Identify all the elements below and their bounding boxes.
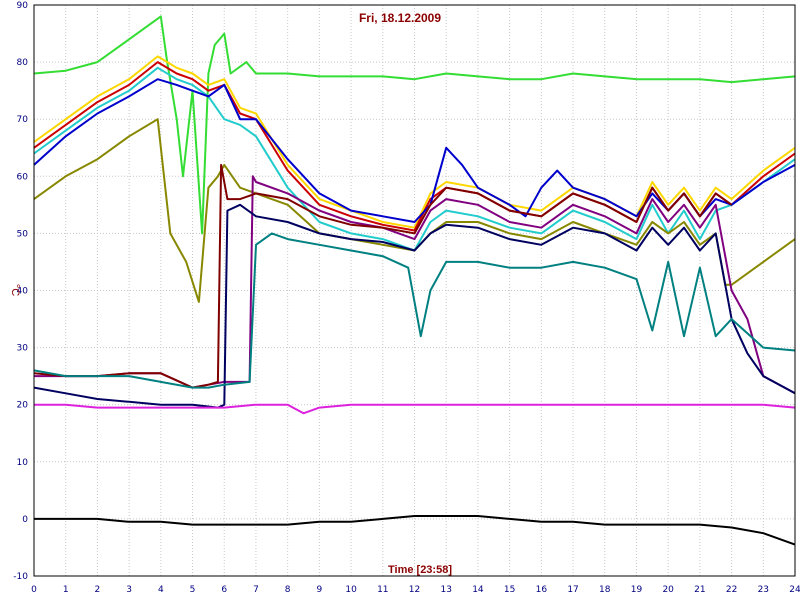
y-tick-label: 30 [17, 344, 29, 354]
x-tick-label: 1 [63, 585, 69, 595]
x-tick-label: 22 [726, 585, 737, 595]
x-axis-label: Time [23:58] [388, 564, 452, 576]
x-tick-label: 2 [95, 585, 101, 595]
y-tick-label: 10 [17, 458, 29, 468]
x-tick-label: 15 [504, 585, 515, 595]
y-tick-label: 70 [17, 115, 29, 125]
y-tick-label: -10 [13, 572, 28, 582]
x-tick-label: 12 [409, 585, 420, 595]
x-tick-label: 19 [631, 585, 643, 595]
x-tick-label: 7 [253, 585, 259, 595]
x-tick-label: 3 [126, 585, 132, 595]
x-tick-label: 21 [694, 585, 705, 595]
x-tick-label: 23 [758, 585, 769, 595]
x-tick-label: 18 [599, 585, 611, 595]
x-tick-label: 17 [567, 585, 578, 595]
x-tick-label: 20 [662, 585, 674, 595]
x-tick-label: 16 [536, 585, 548, 595]
x-tick-label: 24 [789, 585, 800, 595]
y-tick-label: 60 [17, 172, 29, 182]
y-tick-label: 80 [17, 58, 29, 68]
y-tick-label: 90 [17, 1, 29, 11]
chart-title: Fri, 18.12.2009 [359, 11, 441, 25]
y-tick-label: 0 [22, 515, 28, 525]
x-tick-label: 0 [31, 585, 37, 595]
line-chart: -100102030405060708090 0 1 2 3 4 5 6 7 8 9 10 11 12 1… [0, 0, 800, 600]
x-tick-label: 14 [472, 585, 484, 595]
y-tick-label: 20 [17, 401, 29, 411]
x-tick-label: 6 [221, 585, 227, 595]
x-tick-label: 9 [317, 585, 323, 595]
x-tick-label: 8 [285, 585, 291, 595]
x-tick-label: 4 [158, 585, 164, 595]
x-tick-label: 11 [377, 585, 388, 595]
x-tick-label: 10 [345, 585, 357, 595]
y-tick-label: 50 [17, 229, 29, 239]
y-axis-label: °C [9, 284, 21, 296]
x-tick-label: 13 [440, 585, 451, 595]
x-tick-label: 5 [190, 585, 196, 595]
